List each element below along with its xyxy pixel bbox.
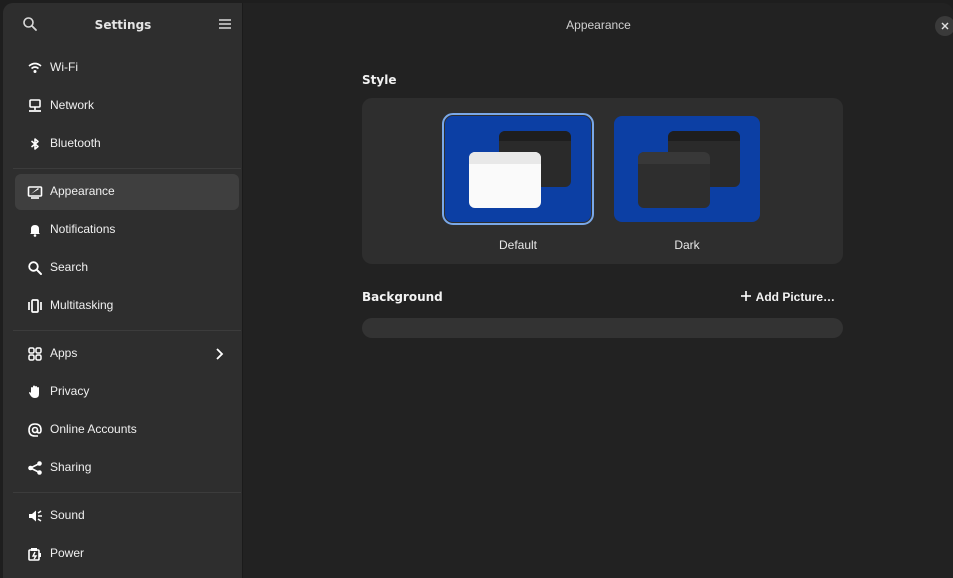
sidebar-item-wifi[interactable]: Wi-Fi <box>15 50 239 86</box>
wifi-icon <box>27 60 43 76</box>
sidebar-item-network[interactable]: Network <box>15 88 239 124</box>
sidebar-item-label: Appearance <box>50 184 115 198</box>
close-icon <box>941 22 949 30</box>
background-gallery <box>362 318 843 338</box>
speaker-icon <box>27 508 43 524</box>
theme-option-default[interactable] <box>442 113 594 225</box>
sidebar-item-apps[interactable]: Apps <box>15 336 239 372</box>
sidebar-item-label: Network <box>50 98 95 112</box>
network-icon <box>27 98 43 114</box>
sidebar-separator <box>13 168 241 169</box>
page-title: Appearance <box>566 18 631 32</box>
background-header: Background Add Picture… <box>362 290 843 308</box>
add-picture-button[interactable]: Add Picture… <box>740 290 835 304</box>
sidebar-item-privacy[interactable]: Privacy <box>15 374 239 410</box>
share-icon <box>27 460 43 476</box>
sidebar: Settings Wi-Fi Network Bluetooth Appeara… <box>3 3 243 578</box>
sidebar-item-label: Sound <box>50 508 85 522</box>
sidebar-item-label: Power <box>50 546 85 560</box>
bluetooth-icon <box>27 136 43 152</box>
sidebar-item-label: Online Accounts <box>50 422 137 436</box>
search-icon <box>27 260 43 276</box>
apps-icon <box>27 346 43 362</box>
main-content: Appearance Style Default Dark Background… <box>244 3 953 578</box>
hamburger-menu-icon[interactable] <box>216 15 234 33</box>
sidebar-separator <box>13 330 241 331</box>
sidebar-item-multitasking[interactable]: Multitasking <box>15 288 239 324</box>
power-icon <box>27 546 43 562</box>
sidebar-item-label: Sharing <box>50 460 92 474</box>
sidebar-item-sound[interactable]: Sound <box>15 498 239 534</box>
theme-option-dark[interactable] <box>614 116 760 222</box>
preview-front-window <box>638 152 710 208</box>
plus-icon <box>740 291 751 301</box>
sidebar-item-online-accounts[interactable]: Online Accounts <box>15 412 239 448</box>
sidebar-item-sharing[interactable]: Sharing <box>15 450 239 486</box>
theme-caption-dark: Dark <box>674 238 700 252</box>
sidebar-item-label: Notifications <box>50 222 116 236</box>
add-picture-label: Add Picture… <box>755 290 835 304</box>
style-section-label: Style <box>362 73 397 87</box>
sidebar-item-label: Privacy <box>50 384 90 398</box>
preview-front-window <box>469 152 541 208</box>
style-card: Default Dark <box>362 98 843 264</box>
appearance-icon <box>27 184 43 200</box>
multitasking-icon <box>27 298 43 314</box>
sidebar-item-label: Bluetooth <box>50 136 101 150</box>
sidebar-item-label: Search <box>50 260 89 274</box>
sidebar-separator <box>13 492 241 493</box>
chevron-right-icon <box>213 346 227 362</box>
close-button[interactable] <box>935 16 953 36</box>
background-section-label: Background <box>362 290 443 304</box>
sidebar-item-label: Wi-Fi <box>50 60 78 74</box>
sidebar-item-appearance[interactable]: Appearance <box>15 174 239 210</box>
sidebar-item-bluetooth[interactable]: Bluetooth <box>15 126 239 162</box>
sidebar-item-notifications[interactable]: Notifications <box>15 212 239 248</box>
at-sign-icon <box>27 422 43 438</box>
sidebar-item-power[interactable]: Power <box>15 536 239 572</box>
theme-caption-default: Default <box>498 238 538 252</box>
sidebar-item-label: Apps <box>50 346 78 360</box>
sidebar-header: Settings <box>3 3 243 47</box>
hand-icon <box>27 384 43 400</box>
bell-icon <box>27 222 43 238</box>
sidebar-title: Settings <box>94 18 152 32</box>
sidebar-item-search[interactable]: Search <box>15 250 239 286</box>
sidebar-item-label: Multitasking <box>50 298 114 312</box>
settings-window: Settings Wi-Fi Network Bluetooth Appeara… <box>3 3 953 578</box>
